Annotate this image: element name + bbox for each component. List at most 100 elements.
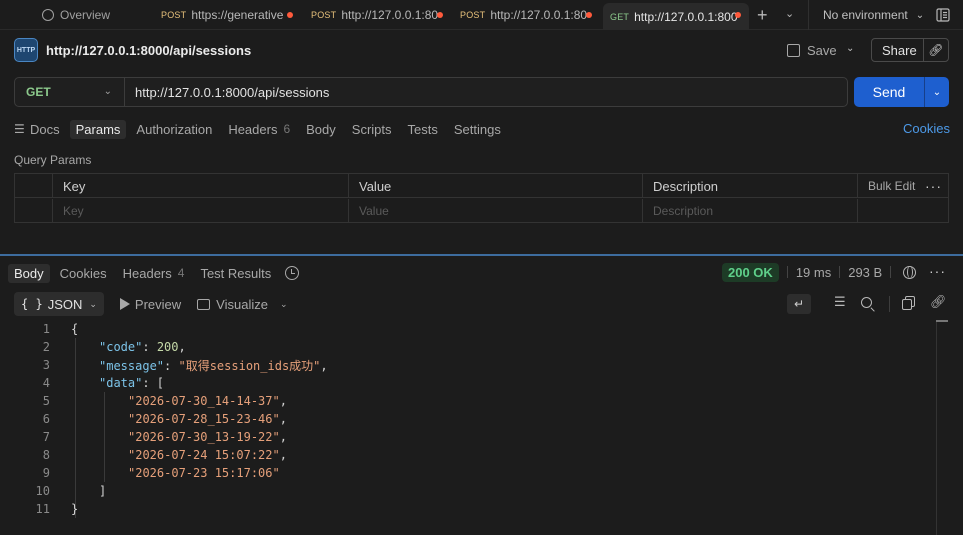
cookies-link[interactable]: Cookies	[903, 121, 950, 136]
tab-params[interactable]: Params	[69, 119, 127, 139]
tab-body[interactable]: Body	[306, 122, 336, 137]
network-globe-icon[interactable]	[903, 265, 917, 279]
description-input[interactable]: Description	[643, 199, 858, 223]
request-title[interactable]: http://127.0.0.1:8000/api/sessions	[46, 43, 251, 58]
scrollbar-track[interactable]	[936, 320, 937, 535]
save-chevron-down-icon[interactable]: ⌄	[846, 43, 854, 54]
code-text: "2026-07-24 15:07:22",	[128, 448, 287, 462]
tabs-chevron-down-icon[interactable]: ⌄	[785, 7, 794, 20]
tab-request-3[interactable]: POST http://127.0.0.1:80	[452, 0, 600, 30]
send-button[interactable]: Send ⌄	[854, 77, 949, 107]
tab-test-results[interactable]: Test Results	[200, 266, 271, 281]
format-label: JSON	[47, 296, 83, 312]
code-text: ]	[99, 484, 107, 498]
save-button[interactable]: Save	[787, 40, 837, 60]
http-icon: HTTP	[14, 38, 38, 62]
key-column-header: Key	[53, 174, 349, 198]
query-params-label: Query Params	[14, 153, 92, 167]
share-label: Share	[882, 42, 917, 58]
tab-label: http://127.0.0.1:80	[490, 8, 588, 22]
json-key: "data"	[99, 376, 143, 390]
visualize-button[interactable]: Visualize ⌄	[197, 297, 288, 312]
line-number: 2	[42, 340, 50, 354]
response-format-toolbar: { } JSON ⌄ Preview Visualize ⌄	[14, 292, 288, 316]
tab-response-cookies[interactable]: Cookies	[60, 266, 107, 281]
tab-settings[interactable]: Settings	[454, 122, 501, 137]
line-number: 11	[35, 502, 50, 516]
code-line: 2 "code": 200,	[0, 338, 186, 356]
code-line: 3 "message": "取得session_ids成功",	[0, 356, 328, 374]
tab-label: https://generative	[191, 8, 284, 22]
save-label: Save	[807, 42, 837, 58]
response-body-editor[interactable]: 1 { 2 "code": 200, 3 "message": "取得sessi…	[0, 320, 936, 535]
scrollbar-thumb[interactable]	[936, 320, 948, 322]
tab-authorization[interactable]: Authorization	[136, 122, 212, 137]
code-line: 4 "data": [	[0, 374, 164, 392]
wrap-lines-icon[interactable]: ↵	[787, 294, 811, 314]
format-select[interactable]: { } JSON ⌄	[14, 292, 104, 316]
response-size[interactable]: 293 B	[848, 265, 882, 280]
filter-icon[interactable]: ☰	[834, 294, 848, 314]
send-options-chevron-down-icon[interactable]: ⌄	[925, 87, 949, 98]
tab-response-headers[interactable]: Headers 4	[123, 266, 185, 281]
tab-request-1[interactable]: POST https://generative	[153, 0, 301, 30]
more-options-icon[interactable]: ···	[925, 178, 942, 194]
indent-guide	[104, 392, 105, 482]
docs-icon: ☰	[14, 122, 25, 136]
tab-method: POST	[161, 10, 187, 20]
copy-icon[interactable]	[902, 294, 916, 314]
tab-response-headers-label: Headers	[122, 265, 172, 281]
link-icon[interactable]: 🔗︎	[930, 294, 947, 314]
code-line: 7 "2026-07-30_13-19-22",	[0, 428, 287, 446]
code-text: "code": 200,	[99, 340, 186, 354]
environment-quick-look-icon[interactable]	[936, 8, 950, 22]
unsaved-dot-icon	[437, 12, 443, 18]
checkbox-column-header	[15, 174, 53, 198]
link-icon[interactable]: 🔗︎	[924, 43, 948, 57]
table-row: Key Value Description	[15, 199, 948, 223]
line-number: 4	[42, 376, 50, 390]
method-select[interactable]: GET ⌄	[15, 78, 125, 106]
tab-authorization-label: Authorization	[136, 121, 213, 137]
tab-headers[interactable]: Headers 6	[228, 122, 290, 137]
code-text: "2026-07-23 15:17:06"	[128, 466, 280, 480]
code-line: 5 "2026-07-30_14-14-37",	[0, 392, 287, 410]
tab-label: http://127.0.0.1:80	[341, 8, 439, 22]
line-number: 9	[42, 466, 50, 480]
tab-docs[interactable]: ☰ Docs	[14, 122, 60, 137]
url-input[interactable]	[125, 78, 847, 106]
environment-select[interactable]: No environment ⌄	[808, 0, 928, 30]
more-options-icon[interactable]: ···	[929, 263, 946, 279]
share-button[interactable]: Share 🔗︎	[871, 38, 949, 62]
pane-divider[interactable]	[0, 254, 963, 256]
search-icon[interactable]	[861, 294, 875, 314]
tab-scripts-label: Scripts	[351, 121, 392, 137]
braces-icon: { }	[21, 297, 43, 311]
line-number: 3	[42, 358, 50, 372]
bulk-edit-button[interactable]: Bulk Edit	[868, 179, 915, 193]
code-line: 9 "2026-07-23 15:17:06"	[0, 464, 280, 482]
save-icon	[787, 43, 800, 57]
tab-scripts[interactable]: Scripts	[352, 122, 392, 137]
history-icon[interactable]	[285, 266, 300, 280]
tab-overview[interactable]: Overview	[42, 0, 147, 30]
method-label: GET	[26, 85, 51, 99]
image-icon	[197, 298, 211, 310]
tab-label: http://127.0.0.1:800	[634, 9, 738, 24]
tab-method: POST	[311, 10, 337, 20]
json-string: "2026-07-24 15:07:22"	[128, 448, 280, 462]
json-string: "2026-07-28_15-23-46"	[128, 412, 280, 426]
tab-request-active[interactable]: GET http://127.0.0.1:800	[603, 3, 749, 30]
response-time[interactable]: 19 ms	[796, 265, 831, 280]
chevron-down-icon: ⌄	[915, 9, 925, 21]
value-input[interactable]: Value	[349, 199, 643, 223]
code-text: {	[71, 322, 79, 336]
new-tab-plus-icon[interactable]: +	[757, 5, 768, 26]
tab-settings-label: Settings	[453, 121, 501, 137]
preview-button[interactable]: Preview	[119, 297, 181, 312]
key-input[interactable]: Key	[53, 199, 349, 223]
status-badge[interactable]: 200 OK	[722, 262, 779, 282]
tab-tests[interactable]: Tests	[408, 122, 438, 137]
tab-response-body[interactable]: Body	[8, 263, 50, 283]
tab-request-2[interactable]: POST http://127.0.0.1:80	[303, 0, 451, 30]
